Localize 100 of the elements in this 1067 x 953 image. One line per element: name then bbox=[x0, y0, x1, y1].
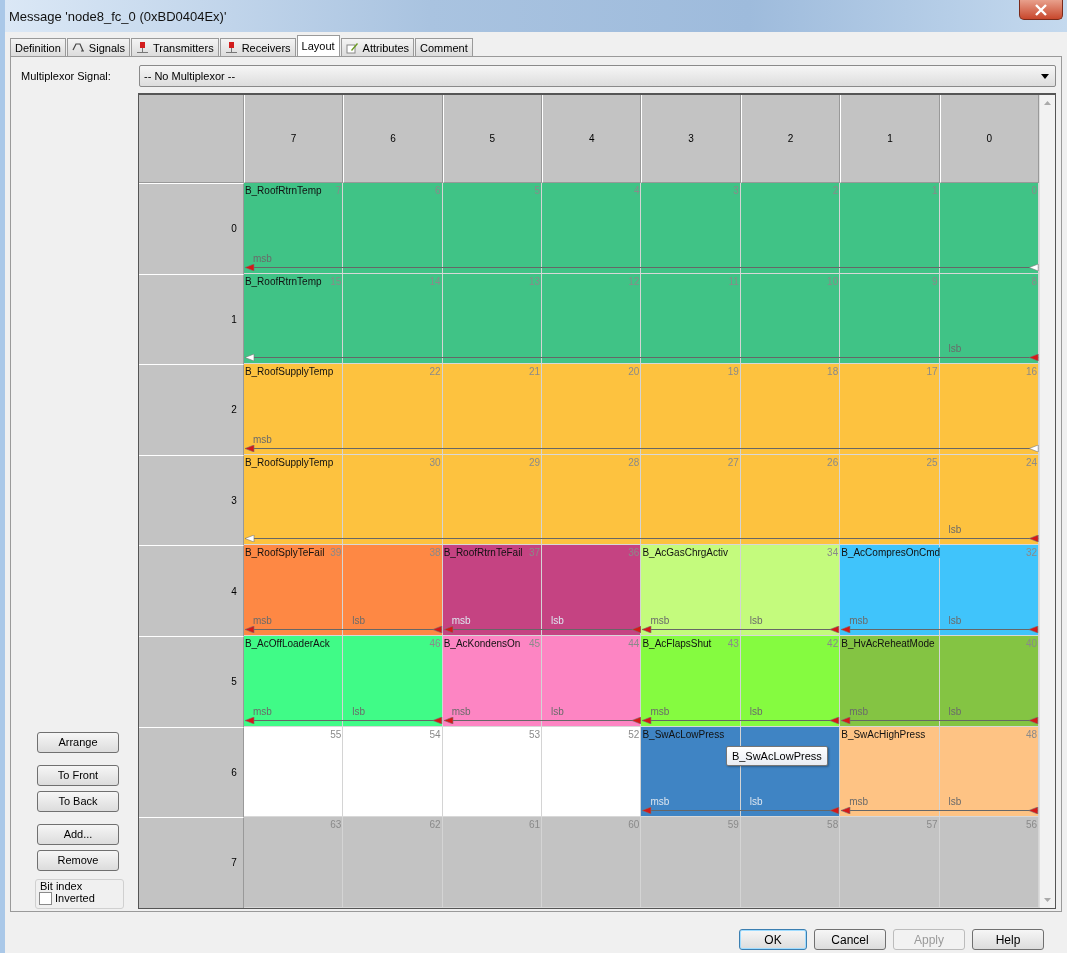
signal-block[interactable]: B_RoofSupplyTemp msb 22 21 20 19 18 17 16 bbox=[243, 364, 1039, 455]
signal-block[interactable]: B_RoofRtrnTemp 7 msb 6 5 4 3 2 1 0 bbox=[243, 183, 1039, 274]
column-header: 5 bbox=[442, 95, 543, 183]
signal-name: B_RoofSupplyTemp bbox=[244, 366, 335, 378]
signal-name: B_RoofRtrnTeFail bbox=[443, 547, 524, 559]
bit-number: 30 bbox=[429, 456, 441, 468]
bit-order-label: lsb bbox=[947, 524, 963, 536]
side-button[interactable]: Arrange bbox=[37, 731, 119, 753]
multiplexor-dropdown[interactable]: -- No Multiplexor -- bbox=[139, 65, 1056, 87]
bit-number: 6 bbox=[435, 185, 441, 196]
bit-number: 26 bbox=[827, 456, 839, 468]
signal-name: B_RoofSupplyTemp bbox=[244, 456, 335, 468]
signal-name: B_RoofRtrnTemp bbox=[244, 275, 323, 287]
bit-number: 44 bbox=[628, 637, 640, 649]
tab[interactable]: Attributes bbox=[340, 38, 415, 56]
bit-number: 63 bbox=[330, 819, 342, 831]
side-button[interactable]: Add... bbox=[37, 823, 119, 845]
bit-number: 38 bbox=[429, 547, 441, 559]
bit-number: 55 bbox=[330, 728, 342, 740]
bit-order-label: msb bbox=[848, 705, 870, 717]
bit-number: 54 bbox=[429, 728, 441, 740]
signal-name: B_AcCompresOnCmd bbox=[841, 547, 942, 559]
signal-block[interactable]: B_AcFlapsShut 43 msb 42 lsb bbox=[641, 635, 841, 727]
tab[interactable]: Transmitters bbox=[130, 38, 219, 56]
tab[interactable]: Signals bbox=[66, 38, 130, 56]
signal-name: B_RoofSplyTeFail bbox=[244, 547, 326, 559]
bit-number: 10 bbox=[827, 275, 839, 287]
bit-number: 11 bbox=[728, 275, 739, 287]
bit-order-label: lsb bbox=[550, 614, 565, 626]
signal-block[interactable]: B_HvAcReheatMode msb 40 lsb bbox=[840, 635, 1039, 727]
close-button[interactable] bbox=[1019, 0, 1063, 20]
signal-name: B_RoofRtrnTemp bbox=[244, 185, 323, 196]
row-header: 4 bbox=[138, 545, 244, 636]
dialog-button[interactable]: Help bbox=[972, 929, 1044, 950]
bit-order-label: msb bbox=[450, 614, 472, 626]
signal-name: B_AcGasChrgActiv bbox=[642, 547, 730, 559]
bit-order-label: lsb bbox=[351, 614, 367, 626]
side-button[interactable]: To Back bbox=[37, 790, 119, 812]
window-title: Message 'node8_fc_0 (0xBD0404Ex)' bbox=[9, 8, 227, 24]
bit-order-label: msb bbox=[251, 705, 273, 717]
dialog-button[interactable]: Cancel bbox=[814, 929, 886, 950]
side-button[interactable]: Remove bbox=[37, 849, 119, 871]
bit-number: 27 bbox=[727, 456, 739, 468]
scroll-up-icon[interactable] bbox=[1044, 101, 1051, 105]
bit-number: 40 bbox=[1025, 637, 1037, 649]
bit-number: 5 bbox=[534, 185, 541, 196]
bit-order-label: lsb bbox=[748, 705, 764, 717]
signal-block[interactable]: B_SwAcHighPress msb 48 lsb bbox=[840, 726, 1039, 818]
bit-number: 48 bbox=[1025, 728, 1037, 740]
bit-order-label: msb bbox=[251, 614, 273, 626]
pencil-icon bbox=[345, 41, 359, 54]
bit-number: 61 bbox=[528, 819, 541, 831]
column-header: 0 bbox=[939, 95, 1039, 183]
signal-name: B_SwAcLowPress bbox=[642, 728, 726, 740]
bit-number: 0 bbox=[1031, 185, 1037, 196]
signal-block[interactable]: B_RoofSplyTeFail 39 msb 38 lsb bbox=[243, 545, 443, 636]
bit-order-label: msb bbox=[848, 796, 870, 808]
bit-number: 3 bbox=[733, 185, 739, 196]
row-header: 6 bbox=[138, 726, 244, 818]
bit-number: 2 bbox=[832, 185, 839, 196]
signal-block[interactable]: B_AcOffLoaderAck msb 46 lsb bbox=[243, 635, 443, 727]
bit-number: 34 bbox=[827, 547, 839, 559]
signal-block[interactable]: B_RoofRtrnTeFail 37 msb 36 lsb bbox=[442, 545, 642, 636]
bit-order-label: msb bbox=[251, 433, 273, 445]
signal-name: B_AcOffLoaderAck bbox=[244, 637, 331, 649]
row-header: 2 bbox=[138, 364, 244, 455]
bit-number: 32 bbox=[1025, 547, 1037, 559]
side-button[interactable]: To Front bbox=[37, 764, 119, 786]
row-header: 0 bbox=[138, 183, 244, 274]
bit-number: 25 bbox=[926, 456, 938, 468]
bit-number: 43 bbox=[727, 637, 739, 649]
scroll-down-icon[interactable] bbox=[1044, 897, 1051, 902]
signal-block[interactable]: B_AcKondensOn 45 msb 44 lsb bbox=[442, 635, 642, 727]
tab[interactable]: Layout bbox=[296, 35, 340, 56]
dialog-button[interactable]: OK bbox=[739, 929, 807, 950]
tab[interactable]: Comment bbox=[415, 38, 473, 56]
signal-block[interactable]: B_AcGasChrgActiv msb 34 lsb bbox=[641, 545, 841, 636]
tab[interactable]: Definition bbox=[10, 38, 66, 56]
tab[interactable]: Receivers bbox=[219, 38, 296, 56]
bit-order-label: msb bbox=[649, 796, 671, 808]
signal-block[interactable]: B_RoofSupplyTemp 30 29 28 27 26 25 24 lsb bbox=[243, 454, 1039, 546]
column-header: 3 bbox=[641, 95, 741, 183]
bit-number: 36 bbox=[628, 547, 640, 559]
signal-block[interactable]: B_RoofRtrnTemp 15 14 13 12 11 10 9 8 lsb bbox=[243, 273, 1039, 365]
multiplexor-label: Multiplexor Signal: bbox=[20, 70, 112, 82]
bit-number: 14 bbox=[429, 275, 441, 287]
signal-block[interactable]: B_AcCompresOnCmd msb 32 lsb bbox=[840, 545, 1039, 636]
tooltip: B_SwAcLowPress bbox=[725, 746, 828, 766]
bit-number: 46 bbox=[429, 637, 441, 649]
column-header: 6 bbox=[343, 95, 443, 183]
bit-number: 52 bbox=[628, 728, 640, 740]
bit-number: 16 bbox=[1025, 366, 1037, 378]
bit-order-label: msb bbox=[450, 705, 472, 717]
bit-order-label: lsb bbox=[947, 705, 963, 717]
row-header: 1 bbox=[138, 273, 244, 365]
bit-number: 39 bbox=[330, 547, 342, 559]
bit-number: 12 bbox=[628, 275, 640, 287]
column-header: 2 bbox=[740, 95, 841, 183]
bit-order-label: lsb bbox=[351, 705, 367, 717]
bit-number: 13 bbox=[528, 275, 541, 287]
